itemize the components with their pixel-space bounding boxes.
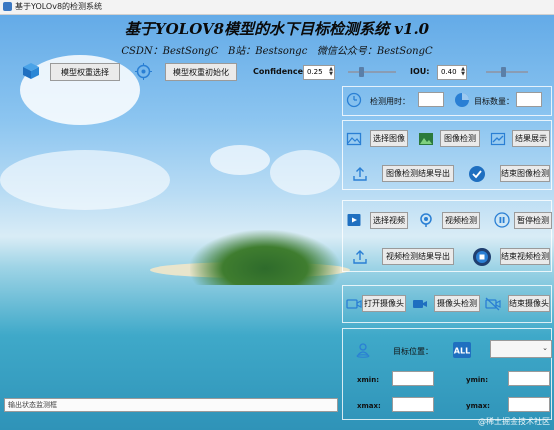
watermark: @稀土掘金技术社区 — [478, 417, 550, 426]
title-bar: 基于YOLOv8的检测系统 — [0, 0, 554, 15]
time-label: 检测用时： — [370, 97, 410, 106]
target-icon — [135, 63, 152, 80]
window-title: 基于YOLOv8的检测系统 — [15, 2, 103, 11]
background-cloud — [270, 150, 340, 195]
ymin-field — [508, 371, 550, 386]
xmin-field — [392, 371, 434, 386]
ymax-field — [508, 397, 550, 412]
count-display — [516, 92, 542, 107]
cube-icon — [22, 62, 40, 80]
time-display — [418, 92, 444, 107]
camera-icon — [346, 296, 362, 312]
video-file-icon — [346, 212, 362, 228]
check-circle-icon — [468, 165, 486, 183]
end-video-detect-button[interactable]: 结束视频检测 — [500, 248, 550, 265]
video-camera-icon — [412, 296, 428, 312]
spin-arrows-icon[interactable]: ▲ ▼ — [329, 67, 333, 77]
app-window: 基于YOLOv8的检测系统 基于YOLOV8模型的水下目标检测系统 v1.0 C… — [0, 0, 554, 430]
select-video-button[interactable]: 选择视频 — [370, 212, 408, 229]
end-image-detect-button[interactable]: 结束图像检测 — [500, 165, 550, 182]
upload-icon — [352, 166, 368, 182]
xmin-label: xmin: — [357, 376, 379, 384]
iou-slider[interactable] — [486, 67, 528, 77]
confidence-label: Confidence: — [253, 67, 307, 76]
background-cloud — [0, 150, 170, 210]
pause-icon — [494, 212, 510, 228]
select-weight-button[interactable]: 模型权重选择 — [50, 63, 120, 81]
show-result-button[interactable]: 结果展示 — [512, 130, 550, 147]
stop-circle-icon — [472, 247, 492, 267]
app-icon — [3, 2, 12, 11]
location-pin-icon — [418, 212, 434, 228]
ymax-label: ymax: — [466, 402, 490, 410]
spin-arrows-icon[interactable]: ▲ ▼ — [461, 67, 465, 77]
camera-detect-button[interactable]: 摄像头检测 — [434, 295, 480, 312]
pie-chart-icon — [454, 92, 470, 108]
detect-video-button[interactable]: 视频检测 — [442, 212, 480, 229]
slider-handle[interactable] — [500, 67, 506, 77]
all-icon: ALL — [453, 342, 471, 358]
clock-icon — [346, 92, 362, 108]
image-detect-icon — [418, 131, 434, 147]
camera-off-icon — [485, 296, 501, 312]
slider-handle[interactable] — [358, 67, 364, 77]
ymin-label: ymin: — [466, 376, 489, 384]
chevron-down-icon: ⌄ — [542, 344, 548, 352]
upload-icon — [352, 249, 368, 265]
background-cloud — [210, 145, 270, 175]
detect-image-button[interactable]: 图像检测 — [440, 130, 480, 147]
export-video-result-button[interactable]: 视频检测结果导出 — [382, 248, 454, 265]
select-image-button[interactable]: 选择图像 — [370, 130, 408, 147]
confidence-spinbox[interactable]: 0.25 ▲ ▼ — [303, 65, 335, 80]
count-label: 目标数量： — [474, 97, 514, 106]
open-camera-button[interactable]: 打开摄像头 — [362, 295, 406, 312]
xmax-label: xmax: — [357, 402, 381, 410]
page-title: 基于YOLOV8模型的水下目标检测系统 v1.0 — [124, 20, 430, 38]
end-camera-button[interactable]: 结束摄像头 — [508, 295, 550, 312]
image-icon — [346, 131, 362, 147]
init-weight-button[interactable]: 模型权重初始化 — [165, 63, 237, 81]
confidence-value: 0.25 — [307, 68, 323, 76]
background-island — [190, 230, 340, 285]
pause-detect-button[interactable]: 暂停检测 — [514, 212, 552, 229]
iou-spinbox[interactable]: 0.40 ▲ ▼ — [437, 65, 467, 80]
person-pin-icon — [355, 342, 371, 358]
iou-value: 0.40 — [441, 68, 457, 76]
confidence-slider[interactable] — [348, 67, 396, 77]
target-position-label: 目标位置： — [393, 347, 433, 356]
status-output-box[interactable]: 输出状态监测框 — [4, 398, 338, 412]
page-subtitle: CSDN：BestSongC B站：Bestsongc 微信公众号：BestSo… — [121, 46, 433, 57]
xmax-field — [392, 397, 434, 412]
iou-label: IOU: — [410, 67, 430, 76]
target-select-dropdown[interactable]: ⌄ — [490, 340, 552, 358]
svg-text:ALL: ALL — [454, 347, 470, 356]
export-image-result-button[interactable]: 图像检测结果导出 — [382, 165, 454, 182]
trend-chart-icon — [490, 131, 506, 147]
